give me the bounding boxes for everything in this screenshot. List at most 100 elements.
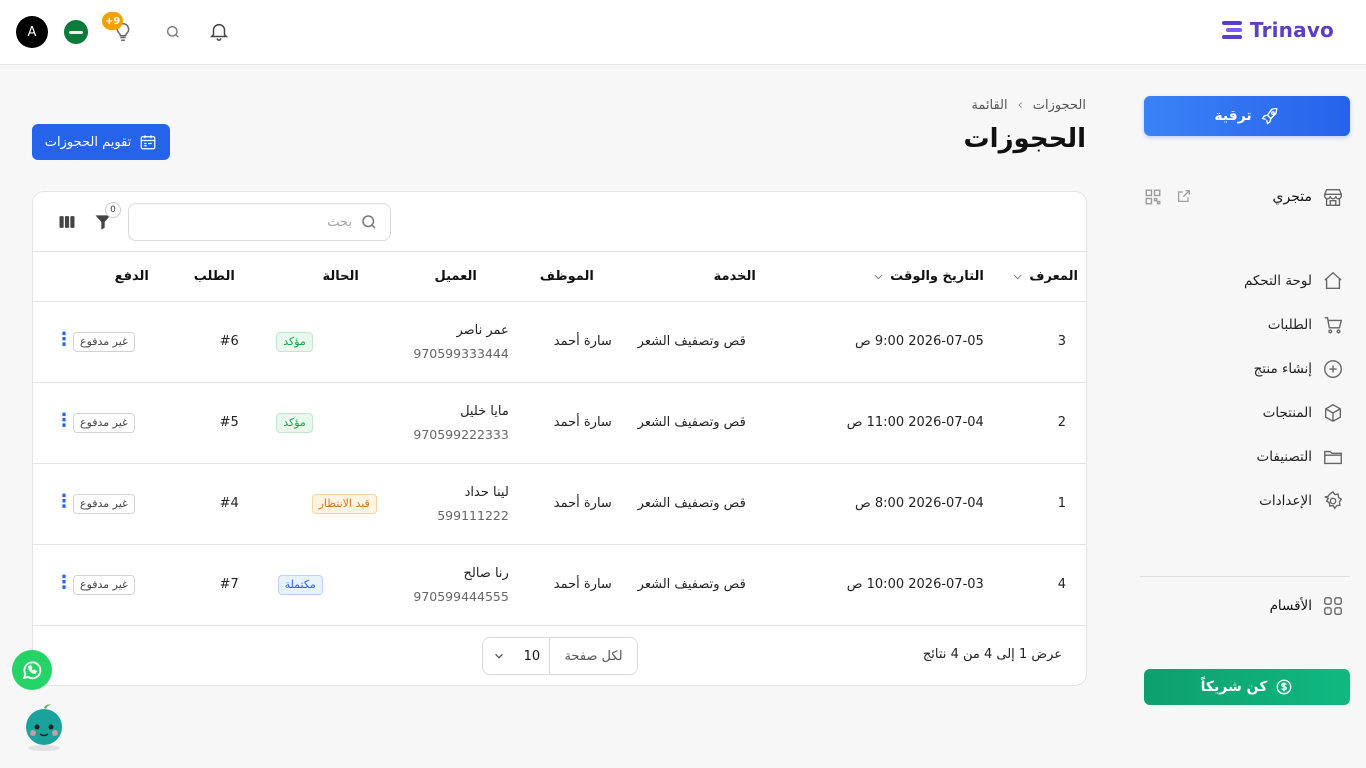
header-status: الحالة	[322, 268, 359, 284]
tips-count-badge: +9	[102, 12, 124, 30]
bookings-calendar-button[interactable]: تقويم الحجوزات	[32, 124, 170, 160]
client-phone: 970599222333	[413, 426, 509, 442]
table-row[interactable]: 1 2026-07-04 8:00 ص قص وتصفيف الشعر سارة…	[33, 463, 1086, 544]
sidebar-item-categories[interactable]: التصنيفات	[1144, 435, 1344, 479]
payment-badge: غير مدفوع	[73, 574, 135, 595]
header-payment: الدفع	[114, 268, 149, 284]
language-flag-icon[interactable]	[64, 20, 88, 44]
sidebar-item-create-product[interactable]: إنشاء منتج	[1144, 347, 1344, 391]
breadcrumb-current: القائمة	[971, 98, 1008, 113]
sections-label: الأقسام	[1269, 598, 1312, 614]
more-actions-icon[interactable]: ⋮	[55, 331, 73, 349]
brand-logo[interactable]: Trinavo	[1220, 18, 1334, 42]
header-client: العميل	[434, 268, 477, 284]
table-row[interactable]: 3 2026-07-05 9:00 ص قص وتصفيف الشعر سارة…	[33, 301, 1086, 382]
chevron-down-icon: ⌵	[1013, 270, 1022, 282]
sidebar-item-dashboard[interactable]: لوحة التحكم	[1144, 259, 1344, 303]
bookings-table-card: 0 المعرف ⌵ التاريخ والوقت ⌵ الخدمة الموظف …	[32, 191, 1087, 686]
client-name: لينا حداد	[464, 484, 509, 500]
per-page-dropdown[interactable]: 10	[483, 638, 549, 674]
client-name: مايا خليل	[460, 403, 509, 419]
search-field[interactable]	[128, 203, 391, 241]
cell-client: لينا حداد 599111222	[389, 463, 509, 544]
columns-icon[interactable]	[57, 212, 77, 232]
sidebar: ترقية متجري لوحة التحكم الطلبات إنشاء من…	[1126, 65, 1366, 768]
sidebar-item-label: التصنيفات	[1256, 449, 1312, 465]
breadcrumb-root[interactable]: الحجوزات	[1033, 98, 1086, 113]
cell-datetime: 2026-07-05 9:00 ص	[855, 334, 984, 349]
table-toolbar: 0	[33, 192, 1086, 252]
gear-icon	[1324, 490, 1343, 510]
partner-label: كن شريكاً	[1200, 679, 1268, 695]
search-input[interactable]	[152, 214, 352, 230]
cell-order[interactable]: #7	[179, 544, 249, 625]
table-footer: عرض 1 إلى 4 من 4 نتائج لكل صفحة 10	[33, 625, 1086, 685]
cell-employee: سارة أحمد	[553, 334, 612, 349]
home-icon	[1324, 271, 1342, 290]
external-link-icon[interactable]	[1176, 188, 1192, 204]
sidebar-item-products[interactable]: المنتجات	[1144, 391, 1344, 435]
more-actions-icon[interactable]: ⋮	[55, 412, 73, 430]
table-row[interactable]: 2 2026-07-04 11:00 ص قص وتصفيف الشعر سار…	[33, 382, 1086, 463]
cell-payment: غير مدفوع	[73, 301, 179, 382]
search-icon[interactable]	[165, 24, 181, 40]
store-label: متجري	[1272, 189, 1312, 205]
cell-order[interactable]: #6	[179, 301, 249, 382]
more-actions-icon[interactable]: ⋮	[55, 493, 73, 511]
brand-name: Trinavo	[1249, 18, 1334, 42]
cell-actions: ⋮	[33, 382, 73, 463]
sidebar-item-settings[interactable]: الإعدادات	[1144, 479, 1344, 523]
page-title: الحجوزات	[963, 124, 1086, 154]
header-id[interactable]: المعرف ⌵	[1014, 252, 1086, 301]
sidebar-item-label: الطلبات	[1267, 317, 1312, 333]
header-datetime-label: التاريخ والوقت	[890, 268, 984, 284]
whatsapp-icon	[22, 661, 42, 680]
cell-status: مؤكد	[249, 382, 389, 463]
avatar[interactable]: A	[16, 16, 48, 48]
client-name: عمر ناصر	[456, 322, 509, 338]
breadcrumb: الحجوزات › القائمة	[971, 98, 1086, 113]
cell-id: 4	[1057, 577, 1066, 592]
plus-circle-icon	[1324, 360, 1342, 378]
cell-order[interactable]: #5	[179, 382, 249, 463]
become-partner-button[interactable]: كن شريكاً	[1144, 669, 1350, 705]
cell-employee: سارة أحمد	[553, 577, 612, 592]
cell-service: قص وتصفيف الشعر	[637, 334, 746, 349]
qr-code-icon[interactable]	[1144, 188, 1162, 206]
upgrade-button[interactable]: ترقية	[1144, 96, 1350, 136]
sidebar-item-orders[interactable]: الطلبات	[1144, 303, 1344, 347]
calendar-icon	[140, 135, 156, 150]
bell-icon[interactable]	[208, 20, 230, 42]
whatsapp-button[interactable]	[12, 650, 52, 690]
box-icon	[1324, 403, 1342, 423]
cell-datetime: 2026-07-04 8:00 ص	[855, 496, 984, 511]
sidebar-divider	[1140, 576, 1350, 577]
filter-count-badge: 0	[105, 202, 121, 218]
per-page-select[interactable]: لكل صفحة 10	[482, 637, 638, 675]
client-phone: 970599333444	[413, 345, 509, 361]
dollar-circle-icon	[1276, 679, 1292, 695]
chevron-down-icon	[494, 653, 503, 659]
cell-order[interactable]: #4	[179, 463, 249, 544]
cell-payment: غير مدفوع	[73, 544, 179, 625]
cell-status: قيد الانتظار	[249, 463, 389, 544]
table-row[interactable]: 4 2026-07-03 10:00 ص قص وتصفيف الشعر سار…	[33, 544, 1086, 625]
status-badge: مؤكد	[276, 412, 313, 433]
payment-badge: غير مدفوع	[73, 493, 135, 514]
status-badge: مؤكد	[276, 331, 313, 352]
sidebar-nav: لوحة التحكم الطلبات إنشاء منتج المنتجات …	[1144, 259, 1344, 523]
header-service: الخدمة	[713, 268, 756, 284]
cell-payment: غير مدفوع	[73, 382, 179, 463]
header-datetime[interactable]: التاريخ والوقت ⌵	[834, 252, 1014, 301]
assistant-mascot-icon[interactable]	[22, 702, 66, 752]
my-store-link[interactable]: متجري	[1144, 185, 1344, 209]
more-actions-icon[interactable]: ⋮	[55, 574, 73, 592]
cell-service: قص وتصفيف الشعر	[637, 415, 746, 430]
cell-payment: غير مدفوع	[73, 463, 179, 544]
sidebar-item-sections[interactable]: الأقسام	[1270, 595, 1344, 617]
cell-actions: ⋮	[33, 544, 73, 625]
bookings-table: المعرف ⌵ التاريخ والوقت ⌵ الخدمة الموظف ال…	[33, 252, 1086, 626]
header-employee: الموظف	[539, 268, 594, 284]
cell-employee: سارة أحمد	[553, 496, 612, 511]
grid-icon	[1324, 597, 1342, 615]
